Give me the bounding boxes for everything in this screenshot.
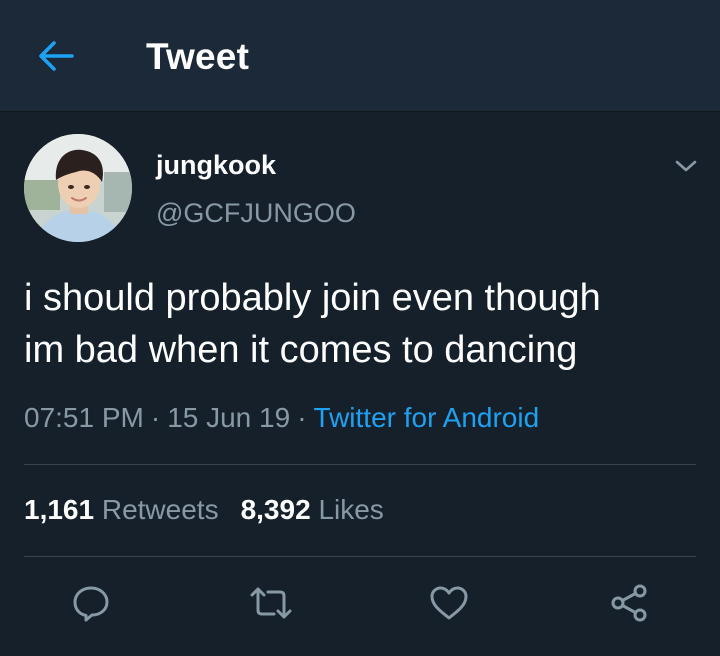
divider	[24, 464, 696, 465]
likes-label: Likes	[318, 494, 384, 525]
tweet-metadata: 07:51 PM · 15 Jun 19 · Twitter for Android	[24, 402, 539, 434]
retweets-label: Retweets	[101, 494, 219, 525]
tweet-text-line: i should probably join even though	[24, 277, 601, 319]
back-button[interactable]	[30, 34, 82, 78]
retweet-icon	[250, 587, 292, 619]
author-display-name[interactable]: jungkook	[156, 150, 276, 181]
meta-separator: ·	[150, 402, 161, 433]
tweet-date: 15 Jun 19	[167, 402, 291, 433]
tweet-time: 07:51 PM	[24, 402, 144, 433]
tweet-text: i should probably join even though im ba…	[24, 272, 714, 376]
reply-icon	[73, 586, 109, 622]
top-app-bar: Tweet	[0, 0, 720, 112]
likes-stat[interactable]: 8,392 Likes	[241, 494, 384, 525]
share-button[interactable]	[604, 580, 654, 626]
divider	[24, 556, 696, 557]
chevron-down-icon	[675, 160, 697, 172]
share-icon	[611, 584, 647, 622]
tweet-menu-button[interactable]	[666, 150, 706, 182]
page-title: Tweet	[146, 36, 250, 77]
profile-photo	[24, 134, 132, 242]
avatar[interactable]	[24, 134, 132, 242]
tweet-source-link[interactable]: Twitter for Android	[314, 402, 540, 433]
tweet-text-line: im bad when it comes to dancing	[24, 329, 578, 371]
like-button[interactable]	[424, 580, 474, 626]
likes-count: 8,392	[240, 494, 311, 525]
author-handle[interactable]: @GCFJUNGOO	[156, 198, 356, 229]
retweets-count: 1,161	[24, 494, 95, 525]
retweets-stat[interactable]: 1,161 Retweets	[24, 494, 219, 525]
reply-button[interactable]	[66, 580, 116, 626]
retweet-button[interactable]	[246, 580, 296, 626]
heart-icon	[430, 586, 468, 620]
tweet-stats: 1,161 Retweets 8,392 Likes	[24, 494, 384, 526]
meta-separator: ·	[297, 402, 307, 433]
arrow-left-icon	[39, 41, 74, 71]
